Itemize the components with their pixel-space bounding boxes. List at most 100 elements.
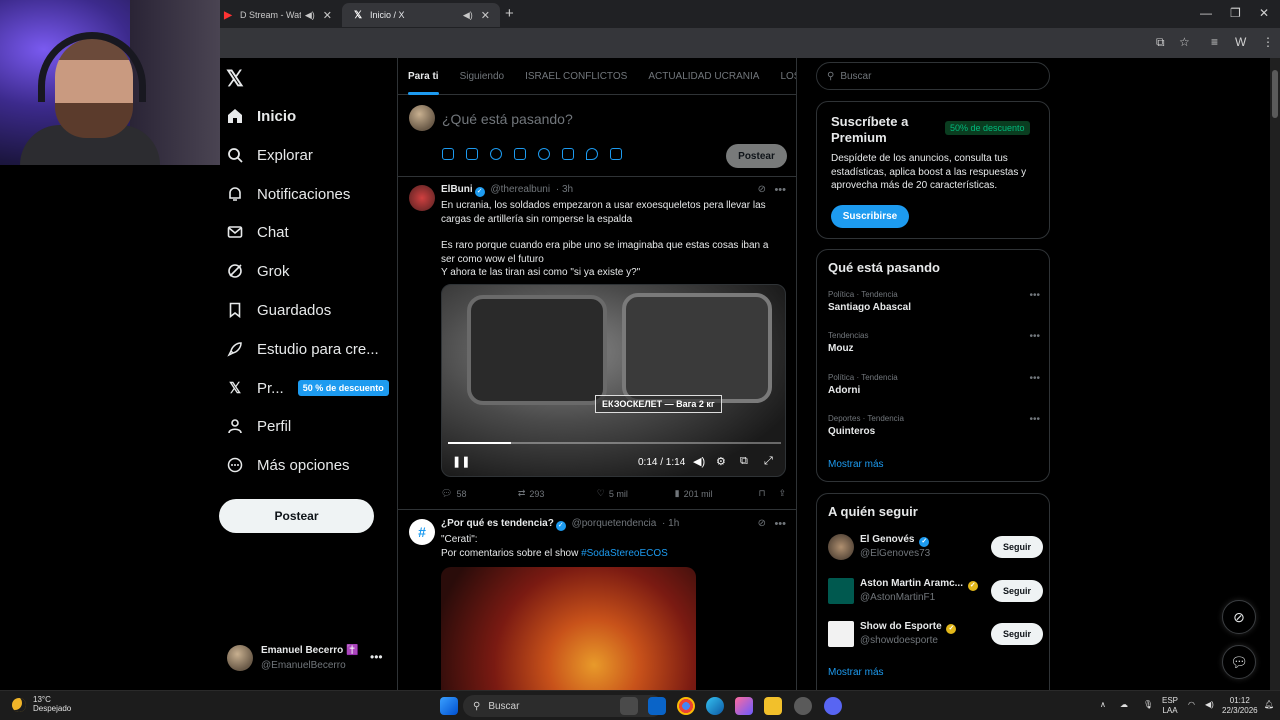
menu-icon[interactable]: ⋮	[1262, 35, 1274, 49]
grok-icon[interactable]: ⊘	[758, 184, 766, 195]
avatar[interactable]: #	[409, 519, 435, 545]
flag-icon[interactable]	[610, 148, 622, 160]
clock[interactable]: 01:12 22/3/2026	[1222, 696, 1258, 716]
show-more-link[interactable]: Mostrar más	[828, 667, 884, 678]
compose-post-button[interactable]: Postear	[726, 144, 787, 168]
hashtag-link[interactable]: #SodaStereoECOS	[581, 548, 668, 559]
sidebar-item-chat[interactable]: Chat	[226, 217, 289, 247]
file-explorer-icon[interactable]	[764, 697, 782, 715]
tab-los[interactable]: LOS	[780, 71, 796, 82]
tweet-time[interactable]: · 3h	[556, 184, 573, 195]
more-icon[interactable]: •••	[1029, 290, 1040, 301]
follow-button[interactable]: Seguir	[991, 580, 1043, 602]
grok-icon[interactable]	[490, 148, 502, 160]
windows-start-icon[interactable]	[440, 697, 458, 715]
sidebar-item-inicio[interactable]: Inicio	[226, 101, 296, 131]
star-icon[interactable]: ☆	[1179, 35, 1190, 49]
avatar[interactable]	[409, 185, 435, 211]
reply-button[interactable]: 💬︎ 58	[441, 488, 518, 499]
browser-tab-stream[interactable]: ▶ D Stream - Watch Live o ◀) ✕	[212, 3, 342, 27]
chrome-icon[interactable]	[677, 697, 695, 715]
tweet-author-handle[interactable]: @therealbuni	[490, 184, 550, 195]
follow-button[interactable]: Seguir	[991, 536, 1043, 558]
media-icon[interactable]: ≡	[1211, 35, 1218, 49]
extension-icon[interactable]: W	[1235, 35, 1246, 49]
schedule-icon[interactable]	[562, 148, 574, 160]
avatar[interactable]	[828, 621, 854, 647]
close-tab-icon[interactable]: ✕	[481, 9, 490, 22]
sidebar-item-estudio[interactable]: Estudio para cre...	[226, 334, 379, 364]
close-tab-icon[interactable]: ✕	[323, 9, 332, 22]
tweet-author-name[interactable]: ElBuni	[441, 184, 473, 195]
share-icon[interactable]: ⇪	[778, 488, 786, 499]
post-button[interactable]: Postear	[219, 499, 374, 533]
bookmark-icon[interactable]: ⊓	[758, 488, 778, 499]
chevron-up-icon[interactable]: ∧	[1100, 700, 1106, 710]
gif-icon[interactable]	[466, 148, 478, 160]
tweet-media[interactable]	[441, 567, 696, 690]
account-switcher[interactable]: Emanuel Becerro ✝️ @EmanuelBecerro •••	[227, 643, 392, 673]
wifi-icon[interactable]: ◠	[1188, 700, 1195, 710]
scrollbar-thumb[interactable]	[1272, 70, 1278, 118]
minimize-icon[interactable]: —	[1200, 6, 1212, 20]
tab-siguiendo[interactable]: Siguiendo	[460, 71, 504, 82]
tweet-time[interactable]: · 1h	[662, 518, 679, 529]
views-button[interactable]: ▮ 201 mil	[675, 488, 759, 499]
subscribe-button[interactable]: Suscribirse	[831, 205, 909, 228]
trend-item[interactable]: Política · Tendencia Santiago Abascal ••…	[828, 290, 1040, 313]
weather-widget[interactable]: 13°C Despejado	[12, 695, 71, 713]
compose-input[interactable]: ¿Qué está pasando?	[442, 111, 573, 127]
follow-suggestion[interactable]: Show do Esporte ✓ @showdoesporte Seguir	[828, 619, 1043, 649]
pause-icon[interactable]: ❚❚	[452, 455, 470, 468]
search-input[interactable]: ⚲ Buscar	[816, 62, 1050, 90]
avatar[interactable]	[828, 534, 854, 560]
mic-icon[interactable]: 🎙︎	[1143, 700, 1153, 710]
tweet-video[interactable]: ЕКЗОСКЕЛЕТ — Вага 2 кг ❚❚ 0:14 / 1:14 ◀)…	[441, 284, 786, 477]
discord-icon[interactable]	[824, 697, 842, 715]
messages-fab-icon[interactable]: 💬︎	[1222, 645, 1256, 679]
x-logo-icon[interactable]: 𝕏	[226, 66, 244, 92]
more-icon[interactable]: •••	[774, 518, 786, 530]
volume-icon[interactable]: ◀)	[1205, 700, 1214, 710]
follow-button[interactable]: Seguir	[991, 623, 1043, 645]
tab-actualidad-ucrania[interactable]: ACTUALIDAD UCRANIA	[648, 71, 759, 82]
grok-fab-icon[interactable]: ⊘	[1222, 600, 1256, 634]
maximize-icon[interactable]: ❐	[1230, 6, 1241, 20]
follow-suggestion[interactable]: Aston Martin Aramc... ✓ @AstonMartinF1 S…	[828, 576, 1043, 606]
repost-button[interactable]: ⇄ 293	[518, 488, 597, 499]
tweet-author-handle[interactable]: @porquetendencia	[572, 518, 657, 529]
sidebar-item-guardados[interactable]: Guardados	[226, 295, 331, 325]
video-progress-bar[interactable]	[448, 442, 781, 444]
outlook-icon[interactable]	[648, 697, 666, 715]
trend-item[interactable]: Política · Tendencia Adorni •••	[828, 373, 1040, 396]
more-icon[interactable]: •••	[774, 184, 786, 196]
picture-in-picture-icon[interactable]: ⧉	[740, 455, 748, 468]
close-window-icon[interactable]: ✕	[1259, 6, 1269, 20]
speaker-icon[interactable]: ◀)	[305, 10, 315, 21]
emoji-icon[interactable]	[538, 148, 550, 160]
sidebar-item-explorar[interactable]: Explorar	[226, 140, 313, 170]
language-indicator[interactable]: ESP LAA	[1162, 696, 1178, 716]
tweet[interactable]: ElBuni ✓ @therealbuni · 3h ⊘ ••• En ucran…	[398, 177, 796, 510]
follow-suggestion[interactable]: El Genovés ✓ @ElGenoves73 Seguir	[828, 532, 1043, 562]
sidebar-item-mas-opciones[interactable]: Más opciones	[226, 450, 350, 480]
page-scrollbar[interactable]	[1270, 58, 1280, 690]
more-icon[interactable]: •••	[1029, 331, 1040, 342]
image-icon[interactable]	[442, 148, 454, 160]
tab-israel-conflictos[interactable]: ISRAEL CONFLICTOS	[525, 71, 627, 82]
fullscreen-icon[interactable]: ⤢	[764, 455, 773, 468]
new-tab-icon[interactable]: +	[505, 5, 514, 22]
notification-bell-icon[interactable]: 🔔︎	[1264, 700, 1274, 710]
sidebar-item-grok[interactable]: Grok	[226, 256, 290, 286]
cast-icon[interactable]: ⧉	[1156, 35, 1165, 50]
settings-icon[interactable]: ⚙	[716, 455, 726, 468]
location-icon[interactable]	[586, 148, 598, 160]
copilot-icon[interactable]	[735, 697, 753, 715]
like-button[interactable]: ♡ 5 mil	[597, 488, 675, 499]
task-view-icon[interactable]	[620, 697, 638, 715]
sidebar-item-notificaciones[interactable]: Notificaciones	[226, 179, 350, 209]
tweet-author-name[interactable]: ¿Por qué es tendencia?	[441, 518, 554, 529]
show-more-link[interactable]: Mostrar más	[828, 459, 884, 470]
volume-icon[interactable]: ◀)	[693, 455, 705, 468]
sidebar-item-premium[interactable]: 𝕏 Pr... 50 % de descuento	[226, 373, 389, 403]
